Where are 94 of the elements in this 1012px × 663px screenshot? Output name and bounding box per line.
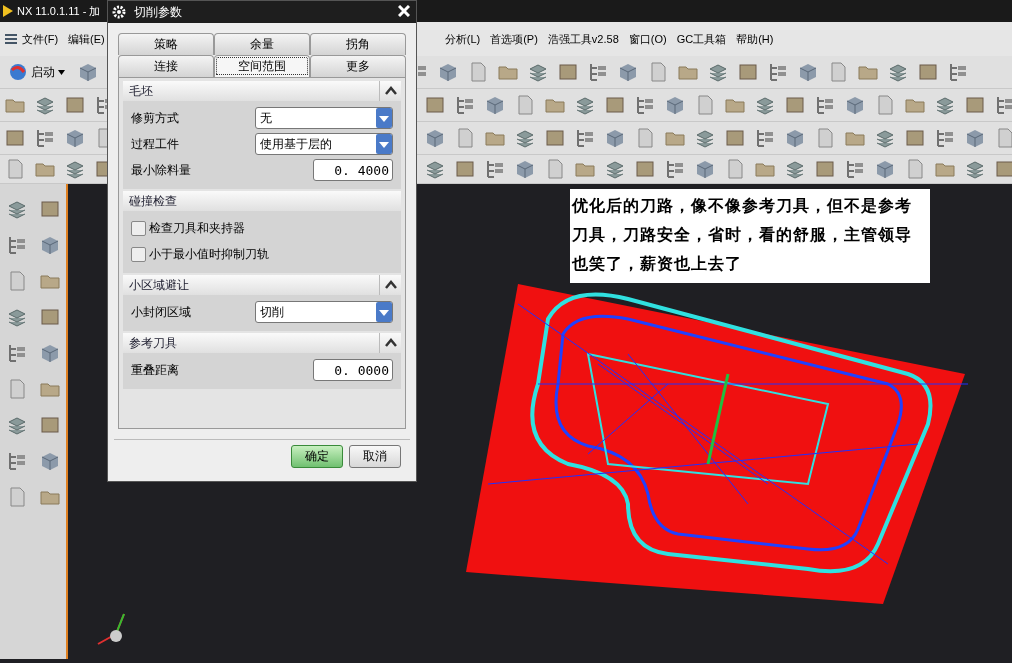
number-field[interactable]: 0. 0000 [313, 359, 393, 381]
section-header: 参考刀具 [129, 334, 178, 352]
dropdown[interactable]: 无 [255, 107, 393, 129]
box-icon[interactable] [917, 61, 939, 83]
cube-icon[interactable] [77, 61, 99, 83]
box-icon[interactable] [784, 94, 806, 116]
window-title: NX 11.0.1.11 - 加 [17, 3, 101, 19]
box-icon[interactable] [38, 306, 61, 328]
menu-item[interactable]: 编辑(E) [64, 31, 109, 47]
box-icon[interactable] [38, 414, 61, 436]
tab[interactable]: 更多 [310, 55, 406, 77]
section-header: 小区域避让 [129, 276, 190, 294]
tree-icon[interactable] [947, 61, 969, 83]
cube-icon[interactable] [604, 127, 626, 149]
chevron-icon [384, 279, 397, 290]
globe-icon [8, 62, 28, 82]
field-label: 过程工件 [131, 135, 180, 153]
menu-item[interactable]: 浩强工具v2.58 [543, 31, 623, 47]
settings-icon[interactable] [112, 5, 126, 19]
checkbox[interactable] [131, 220, 146, 236]
cube-icon[interactable] [797, 61, 819, 83]
cube-icon[interactable] [964, 127, 986, 149]
menu-item[interactable]: 文件(F) [18, 31, 63, 47]
box-icon[interactable] [424, 94, 446, 116]
box-icon[interactable] [38, 198, 61, 220]
cube-icon[interactable] [484, 94, 506, 116]
checkbox[interactable] [131, 246, 146, 262]
chevron-icon [384, 85, 397, 96]
box-icon[interactable] [604, 94, 626, 116]
checkbox-label: 检查刀具和夹持器 [149, 219, 245, 237]
chevron-icon [384, 337, 397, 348]
tree-icon[interactable] [994, 94, 1012, 116]
axis-triad-icon [97, 613, 125, 645]
tree-icon[interactable] [934, 127, 956, 149]
box-icon[interactable] [4, 127, 26, 149]
box-icon[interactable] [904, 127, 926, 149]
tree-icon[interactable] [574, 127, 596, 149]
tree-icon[interactable] [454, 94, 476, 116]
field-label: 修剪方式 [131, 109, 180, 127]
box-icon[interactable] [557, 61, 579, 83]
box-icon[interactable] [454, 158, 476, 180]
tree-icon[interactable] [484, 158, 506, 180]
box-icon[interactable] [634, 158, 656, 180]
menu-item[interactable]: 帮助(H) [732, 31, 778, 47]
caret-icon [58, 69, 65, 75]
tree-icon[interactable] [767, 61, 789, 83]
cube-icon[interactable] [874, 158, 896, 180]
box-icon[interactable] [724, 127, 746, 149]
app-logo-icon [2, 4, 14, 18]
checkbox-label: 小于最小值时抑制刀轨 [149, 245, 269, 263]
box-icon[interactable] [814, 158, 836, 180]
menu-item[interactable]: 分析(L) [440, 31, 485, 47]
section-header: 毛坯 [129, 82, 154, 100]
tree-icon[interactable] [814, 94, 836, 116]
tree-icon[interactable] [844, 158, 866, 180]
field-label: 最小除料量 [131, 161, 192, 179]
cube-icon[interactable] [844, 94, 866, 116]
menu-item[interactable]: 窗口(O) [624, 31, 671, 47]
cube-icon[interactable] [784, 127, 806, 149]
number-field[interactable]: 0. 4000 [313, 159, 393, 181]
tab[interactable]: 策略 [118, 33, 214, 55]
tree-icon[interactable] [634, 94, 656, 116]
field-label: 小封闭区域 [131, 303, 192, 321]
tab[interactable]: 余量 [214, 33, 310, 55]
annotation-note: 优化后的刀路，像不像参考刀具，但不是参考刀具，刀路安全，省时，看的舒服，主管领导也笑了，薪资也上去了 [570, 189, 930, 283]
menu-item[interactable]: 首选项(P) [486, 31, 542, 47]
tab[interactable]: 拐角 [310, 33, 406, 55]
tree-icon[interactable] [664, 158, 686, 180]
cube-icon[interactable] [64, 127, 86, 149]
tree-icon[interactable] [754, 127, 776, 149]
cube-icon[interactable] [617, 61, 639, 83]
tab[interactable]: 空间范围 [214, 55, 310, 77]
tree-icon[interactable] [587, 61, 609, 83]
tree-icon[interactable] [34, 127, 56, 149]
cube-icon[interactable] [694, 158, 716, 180]
box-icon[interactable] [544, 127, 566, 149]
cube-icon[interactable] [664, 94, 686, 116]
menu-item[interactable]: GC工具箱 [672, 31, 731, 47]
box-icon[interactable] [994, 158, 1012, 180]
dialog-title: 切削参数 [134, 3, 183, 21]
menu-icon[interactable] [4, 32, 18, 46]
cancel-button[interactable]: 取消 [349, 445, 401, 468]
cube-icon[interactable] [424, 127, 446, 149]
tab[interactable]: 连接 [118, 55, 214, 77]
dropdown[interactable]: 切削 [255, 301, 393, 323]
box-icon[interactable] [737, 61, 759, 83]
ok-button[interactable]: 确定 [291, 445, 343, 468]
dropdown[interactable]: 使用基于层的 [255, 133, 393, 155]
cube-icon[interactable] [437, 61, 459, 83]
box-icon[interactable] [964, 94, 986, 116]
cube-icon[interactable] [514, 158, 536, 180]
box-icon[interactable] [64, 94, 86, 116]
field-label: 重叠距离 [131, 361, 180, 379]
section-header: 碰撞检查 [129, 192, 178, 210]
